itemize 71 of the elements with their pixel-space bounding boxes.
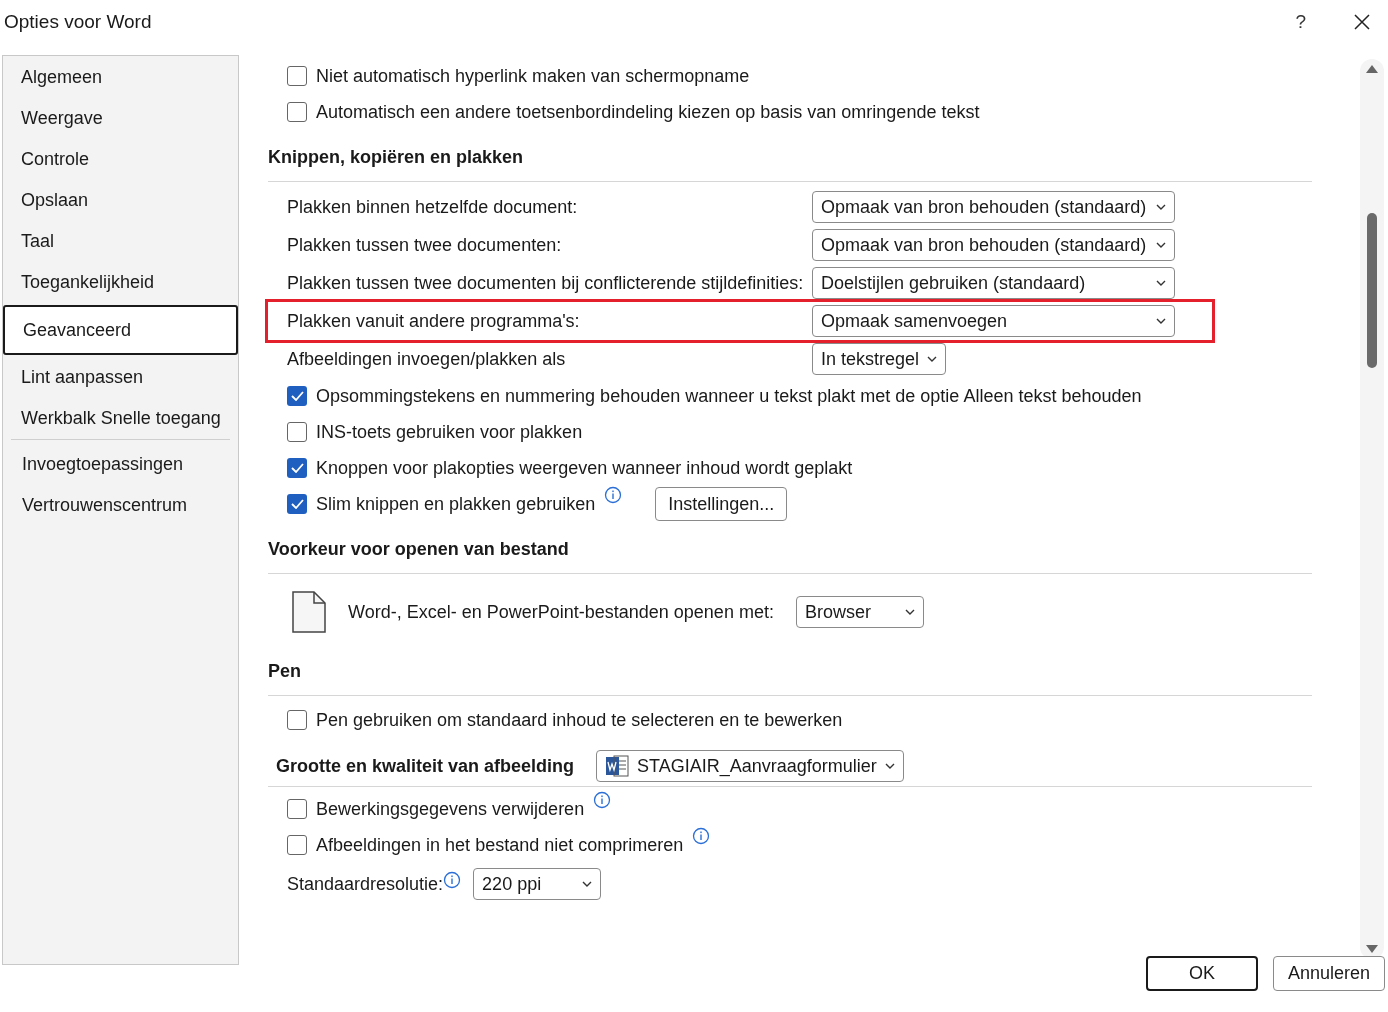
checkmark-icon	[290, 391, 304, 401]
caret-icon	[1156, 318, 1166, 324]
scrollbar[interactable]	[1360, 59, 1384, 959]
checkmark-icon	[290, 499, 304, 509]
help-button[interactable]: ?	[1295, 7, 1306, 37]
sidebar-item[interactable]: Werkbalk Snelle toegang	[3, 398, 238, 439]
option-label: Afbeeldingen invoegen/plakken als	[287, 347, 567, 371]
section-heading: Pen	[268, 661, 301, 681]
option-label: Standaardresolutie:	[287, 872, 444, 896]
checkbox[interactable]	[287, 386, 307, 406]
option-label: Plakken tussen twee documenten bij conflicterende stijldefinities:	[287, 271, 805, 295]
checkbox[interactable]	[287, 835, 307, 855]
sidebar-item[interactable]: Invoegtoepassingen	[11, 444, 230, 485]
option-label: Bewerkingsgegevens verwijderen	[316, 797, 585, 821]
word-document-icon	[605, 755, 630, 777]
sidebar-item[interactable]: Toegankelijkheid	[3, 262, 238, 303]
checkbox[interactable]	[287, 494, 307, 514]
dropdown[interactable]: In tekstregel	[812, 343, 947, 375]
checkbox[interactable]	[287, 102, 307, 122]
sidebar-item[interactable]: Opslaan	[3, 180, 238, 221]
dropdown[interactable]: 220 ppi	[473, 868, 602, 900]
caret-icon	[1156, 280, 1166, 286]
checkbox[interactable]	[287, 422, 307, 442]
option-label: Word-, Excel- en PowerPoint-bestanden openen met:	[348, 600, 774, 624]
option-label: INS-toets gebruiken voor plakken	[316, 420, 583, 444]
sidebar-item[interactable]: Lint aanpassen	[3, 357, 238, 398]
checkmark-icon	[290, 463, 304, 473]
section-heading: Voorkeur voor openen van bestand	[268, 539, 569, 559]
caret-icon	[582, 881, 593, 887]
settings-button[interactable]: Instellingen...	[655, 487, 788, 521]
scroll-up-icon[interactable]	[1366, 65, 1378, 73]
sidebar-item[interactable]: Weergave	[3, 98, 238, 139]
dropdown[interactable]: Browser	[795, 596, 924, 628]
caret-icon	[1156, 242, 1166, 248]
dropdown[interactable]: Opmaak van bron behouden (standaard)	[812, 191, 1175, 223]
window-title: Opties voor Word	[4, 9, 152, 34]
option-label: Afbeeldingen in het bestand niet comprimeren	[316, 833, 684, 857]
caret-icon	[1156, 204, 1166, 210]
checkbox[interactable]	[287, 710, 307, 730]
option-label: Niet automatisch hyperlink maken van schermopname	[316, 64, 750, 88]
section-heading: Knippen, kopiëren en plakken	[268, 147, 524, 167]
caret-icon	[904, 609, 915, 615]
section-heading: Grootte en kwaliteit van afbeelding	[276, 754, 575, 778]
option-label: Knoppen voor plakopties weergeven wanneer inhoud wordt geplakt	[316, 456, 853, 480]
sidebar-item[interactable]: Geavanceerd	[3, 305, 238, 355]
option-label: Plakken binnen hetzelfde document:	[287, 195, 579, 219]
option-label: Opsommingstekens en nummering behouden wanneer u tekst plakt met de optie Alleen tekst behouden	[316, 384, 1142, 408]
dropdown[interactable]: STAGIAIR_Aanvraagformulier	[596, 750, 904, 782]
option-label: Pen gebruiken om standaard inhoud te selecteren en te bewerken	[316, 708, 843, 732]
option-label: Automatisch een andere toetsenbordindeling kiezen op basis van omringende tekst	[316, 100, 980, 124]
option-label: Plakken vanuit andere programma's:	[287, 309, 581, 333]
close-icon[interactable]	[1354, 14, 1370, 30]
cancel-button[interactable]: Annuleren	[1273, 956, 1385, 991]
sidebar-item[interactable]: Taal	[3, 221, 238, 262]
ok-button[interactable]: OK	[1146, 956, 1258, 991]
checkbox[interactable]	[287, 799, 307, 819]
caret-icon	[927, 356, 938, 362]
option-label: Slim knippen en plakken gebruiken	[316, 492, 596, 516]
sidebar-item[interactable]: Controle	[3, 139, 238, 180]
scrollbar-thumb[interactable]	[1367, 213, 1377, 368]
dropdown[interactable]: Opmaak samenvoegen	[812, 305, 1175, 337]
sidebar-item[interactable]: Vertrouwenscentrum	[11, 485, 230, 526]
option-label: Plakken tussen twee documenten:	[287, 233, 563, 257]
caret-icon	[884, 763, 895, 769]
dropdown[interactable]: Opmaak van bron behouden (standaard)	[812, 229, 1175, 261]
sidebar-item[interactable]: Algemeen	[3, 57, 238, 98]
checkbox[interactable]	[287, 458, 307, 478]
checkbox[interactable]	[287, 66, 307, 86]
scroll-down-icon[interactable]	[1366, 945, 1378, 953]
dropdown[interactable]: Doelstijlen gebruiken (standaard)	[812, 267, 1175, 299]
document-icon	[292, 591, 326, 633]
